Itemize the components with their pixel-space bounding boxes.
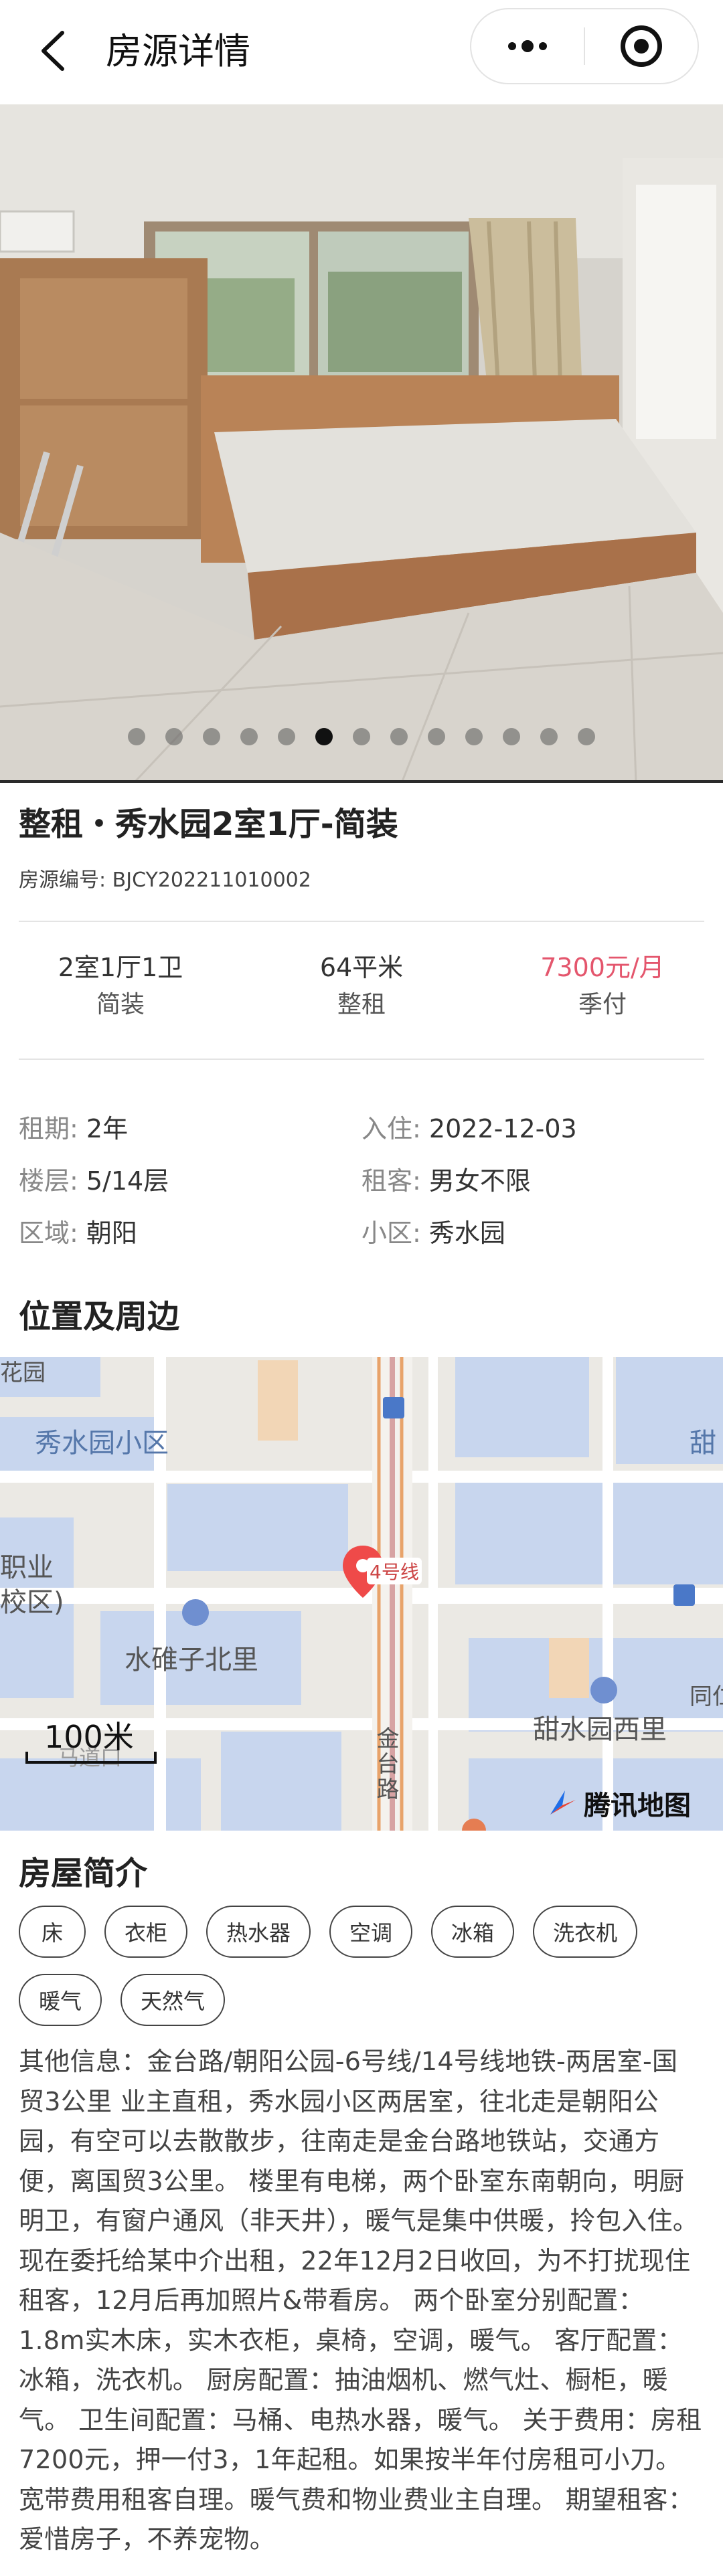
attr-community: 小区: 秀水园	[362, 1212, 704, 1249]
stat-price: 7300元/月 季付	[482, 950, 723, 1022]
stat-layout: 2室1厅1卫 简装	[0, 950, 241, 1022]
map-label: 甜	[690, 1428, 716, 1459]
map-label: 水碓子北里	[125, 1645, 258, 1675]
attr-key: 小区:	[362, 1218, 429, 1248]
attr-key: 楼层:	[19, 1166, 86, 1196]
map-label: 职业	[0, 1552, 54, 1583]
attr-value: 秀水园	[428, 1218, 505, 1248]
mini-program-capsule	[470, 8, 699, 84]
property-attributes: 租期: 2年 入住: 2022-12-03 楼层: 5/14层 租客: 男女不限…	[19, 1100, 704, 1257]
attr-value: 2022-12-03	[428, 1113, 577, 1143]
attr-row: 租期: 2年 入住: 2022-12-03	[19, 1100, 704, 1152]
attr-floor: 楼层: 5/14层	[19, 1160, 362, 1197]
chevron-left-icon	[42, 31, 64, 71]
attr-value: 男女不限	[428, 1166, 531, 1196]
nav-bar: 房源详情	[0, 0, 723, 104]
amenity-tag: 衣柜	[104, 1906, 188, 1958]
map-label: 秀水园小区	[35, 1428, 169, 1459]
stat-sub: 简装	[96, 991, 145, 1018]
pager-dot[interactable]	[278, 728, 295, 745]
attr-key: 租客:	[362, 1166, 429, 1196]
pager-dot[interactable]	[578, 728, 595, 745]
pager-dot[interactable]	[503, 728, 520, 745]
pager-dot[interactable]	[540, 728, 558, 745]
attr-key: 入住:	[362, 1113, 429, 1143]
gallery-pager	[0, 728, 723, 745]
attr-value: 2年	[86, 1113, 129, 1143]
photo-gallery[interactable]	[0, 104, 723, 783]
amenity-tag: 暖气	[19, 1974, 102, 2026]
attr-district: 区域: 朝阳	[19, 1212, 362, 1249]
amenity-tag: 天然气	[120, 1974, 226, 2026]
attr-tenant: 租客: 男女不限	[362, 1160, 704, 1197]
more-button[interactable]	[471, 9, 584, 83]
pager-dot[interactable]	[390, 728, 408, 745]
amenity-tags: 床衣柜 热水器 空调 冰箱 洗衣机暖气 天然气	[19, 1906, 715, 2026]
pager-dot[interactable]	[315, 728, 333, 745]
pager-dot[interactable]	[428, 728, 445, 745]
metro-line-label: 4号线	[367, 1558, 422, 1584]
attr-row: 楼层: 5/14层 租客: 男女不限	[19, 1152, 704, 1204]
target-icon	[621, 25, 662, 67]
amenity-tag: 空调	[329, 1906, 413, 1958]
pager-dot[interactable]	[465, 728, 483, 745]
map-scale: 100米	[25, 1713, 159, 1766]
stat-value: 2室1厅1卫	[58, 953, 183, 982]
room-photo	[0, 104, 723, 783]
map-label: 同仁	[690, 1683, 723, 1710]
attr-key: 区域:	[19, 1218, 86, 1248]
divider	[19, 921, 704, 922]
map-label: 校区)	[0, 1587, 64, 1618]
house-section-title: 房屋简介	[19, 1855, 148, 1892]
house-description: 其他信息：金台路/朝阳公园-6号线/14号线地铁-两居室-国贸3公里 业主直租，…	[19, 2047, 702, 2554]
close-button[interactable]	[585, 9, 698, 83]
divider	[19, 1059, 704, 1060]
stat-sub: 整租	[337, 991, 386, 1018]
page-title: 房源详情	[106, 30, 250, 72]
attr-value: 朝阳	[86, 1218, 137, 1248]
key-stats: 2室1厅1卫 简装 64平米 整租 7300元/月 季付	[0, 950, 723, 1022]
stat-area: 64平米 整租	[241, 950, 482, 1022]
tencent-map-icon	[550, 1790, 576, 1815]
map-label: 花园	[0, 1360, 46, 1386]
attr-value: 5/14层	[86, 1166, 169, 1196]
map-label: 甜水园西里	[533, 1714, 667, 1745]
pager-dot[interactable]	[165, 728, 183, 745]
stat-value: 64平米	[319, 953, 404, 982]
amenity-tag: 床	[19, 1906, 86, 1958]
stat-sub: 季付	[578, 991, 627, 1018]
listing-code: 房源编号: BJCY202211010002	[19, 868, 311, 892]
back-button[interactable]	[27, 24, 80, 78]
pager-dot[interactable]	[203, 728, 220, 745]
more-dots-icon	[508, 40, 547, 52]
amenity-tag: 热水器	[206, 1906, 311, 1958]
location-section-title: 位置及周边	[19, 1298, 180, 1336]
scale-bar	[25, 1752, 157, 1764]
map-provider-name: 腾讯地图	[584, 1790, 691, 1821]
pager-dot[interactable]	[240, 728, 258, 745]
price-value: 7300元/月	[540, 953, 665, 982]
pager-dot[interactable]	[128, 728, 145, 745]
attr-move-in: 入住: 2022-12-03	[362, 1108, 704, 1145]
pager-dot[interactable]	[353, 728, 370, 745]
amenity-tag: 冰箱	[431, 1906, 515, 1958]
attr-key: 租期:	[19, 1113, 86, 1143]
attr-row: 区域: 朝阳 小区: 秀水园	[19, 1204, 704, 1257]
scale-text: 100米	[44, 1719, 134, 1755]
road-label: 金台路	[372, 1726, 399, 1803]
map-provider-logo: 腾讯地图	[548, 1785, 691, 1821]
amenity-tag: 洗衣机	[533, 1906, 638, 1958]
listing-title: 整租・秀水园2室1厅-简装	[19, 806, 398, 843]
attr-lease-term: 租期: 2年	[19, 1108, 362, 1145]
